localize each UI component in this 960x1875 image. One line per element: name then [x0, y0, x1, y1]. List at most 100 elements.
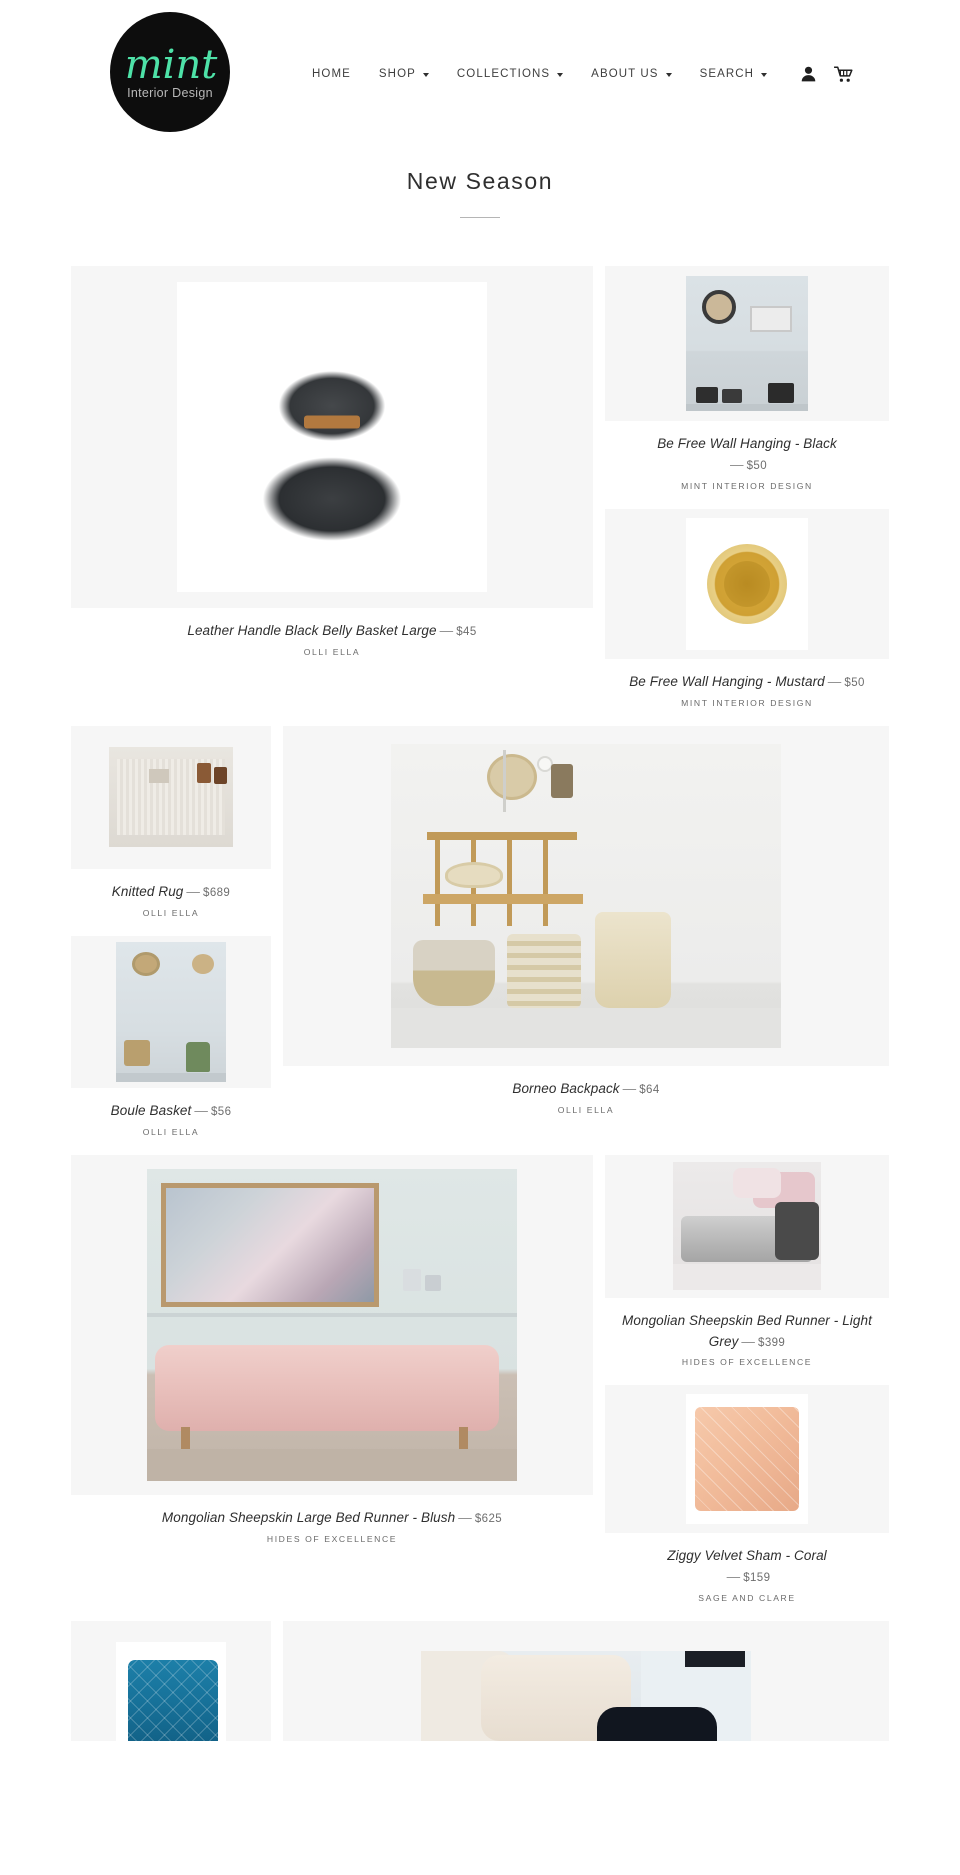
- title-price-separator: —: [194, 1102, 208, 1118]
- title-price-separator: —: [730, 456, 744, 472]
- product-title: Boule Basket: [110, 1102, 192, 1118]
- product-title: Mongolian Sheepskin Large Bed Runner - B…: [161, 1509, 456, 1525]
- product-vendor: HIDES OF EXCELLENCE: [266, 1533, 398, 1544]
- product-image-tile[interactable]: [71, 266, 593, 608]
- product-price: $45: [456, 626, 477, 638]
- product-vendor: OLLI ELLA: [557, 1104, 615, 1115]
- title-price-separator: —: [458, 1509, 472, 1525]
- product-image-tile[interactable]: [283, 1621, 889, 1742]
- product-image-ziggy-velvet-sham-coral: [686, 1394, 808, 1525]
- product-card-be-free-wall-hanging-black[interactable]: Be Free Wall Hanging - Black — $50 MINT I…: [599, 266, 895, 491]
- product-image-tile[interactable]: [71, 1154, 593, 1495]
- product-image-tile[interactable]: [71, 1621, 271, 1742]
- product-info: Knitted Rug — $689 OLLI ELLA: [71, 869, 271, 918]
- product-card-mongolian-sheepskin-large-bed-runner-blush[interactable]: Mongolian Sheepskin Large Bed Runner - B…: [65, 1154, 599, 1604]
- product-image-tile[interactable]: [605, 266, 889, 421]
- product-card-leather-handle-black-belly-basket-large[interactable]: Leather Handle Black Belly Basket Large —…: [65, 266, 599, 708]
- product-card-borneo-backpack[interactable]: Borneo Backpack — $64 OLLI ELLA: [277, 725, 895, 1137]
- chevron-down-icon: [557, 73, 564, 77]
- product-grid-column: Knitted Rug — $689 OLLI ELLA Boule Baske…: [65, 725, 277, 1137]
- product-image-blush-bed-runner: [147, 1168, 517, 1481]
- product-image-tile[interactable]: [71, 935, 271, 1088]
- title-divider: [460, 217, 500, 218]
- product-card-be-free-wall-hanging-mustard[interactable]: Be Free Wall Hanging - Mustard — $50 MINT …: [599, 508, 895, 708]
- nav-item-shop[interactable]: SHOP: [365, 68, 443, 80]
- nav-item-label: ABOUT US: [591, 68, 659, 80]
- product-price: $159: [743, 1572, 771, 1585]
- nav-item-label: SEARCH: [699, 68, 755, 80]
- title-price-separator: —: [439, 623, 454, 638]
- product-info: Be Free Wall Hanging - Black — $50 MINT I…: [605, 421, 889, 491]
- product-image-borneo-backpack: [391, 743, 781, 1048]
- collection-header: New Season: [0, 168, 960, 218]
- cart-icon[interactable]: [834, 65, 853, 83]
- product-vendor: MINT INTERIOR DESIGN: [681, 480, 813, 491]
- nav-item-search[interactable]: SEARCH: [686, 68, 782, 80]
- nav-item-label: HOME: [312, 68, 351, 80]
- nav-item-collections[interactable]: COLLECTIONS: [443, 68, 577, 80]
- product-title-line: Be Free Wall Hanging - Mustard — $50: [613, 672, 881, 693]
- product-title: Ziggy Velvet Sham - Coral: [667, 1548, 827, 1564]
- product-title-line: Leather Handle Black Belly Basket Large —…: [79, 621, 585, 642]
- product-grid-row: Knitted Rug — $689 OLLI ELLA Boule Baske…: [65, 725, 895, 1137]
- logo-brand-text: mint: [124, 41, 218, 88]
- title-price-separator: —: [622, 1080, 637, 1096]
- product-info: Borneo Backpack — $64 OLLI ELLA: [283, 1066, 889, 1115]
- chevron-down-icon: [761, 73, 768, 77]
- product-title-line: Mongolian Sheepskin Large Bed Runner - B…: [79, 1508, 585, 1529]
- product-image-belly-basket: [177, 282, 487, 592]
- product-card-partial-blue-sham[interactable]: [65, 1621, 277, 1742]
- product-card-knitted-rug[interactable]: Knitted Rug — $689 OLLI ELLA: [65, 725, 277, 918]
- product-vendor: HIDES OF EXCELLENCE: [681, 1357, 813, 1368]
- logo-tagline-text: Interior Design: [127, 85, 213, 100]
- product-grid-column: Be Free Wall Hanging - Black — $50 MINT I…: [599, 266, 895, 708]
- product-vendor: OLLI ELLA: [303, 646, 361, 657]
- product-info: Mongolian Sheepskin Bed Runner - Light G…: [605, 1298, 889, 1368]
- site-header: mint Interior Design HOME SHOP COLLECTIO…: [0, 0, 960, 132]
- product-grid: Leather Handle Black Belly Basket Large —…: [65, 266, 895, 1742]
- site-logo[interactable]: mint Interior Design: [110, 12, 230, 132]
- product-image-tile[interactable]: [605, 508, 889, 659]
- product-card-ziggy-velvet-sham-coral[interactable]: Ziggy Velvet Sham - Coral — $159 SAGE AND…: [599, 1385, 895, 1603]
- nav-item-label: SHOP: [378, 68, 416, 80]
- product-title: Leather Handle Black Belly Basket Large: [187, 623, 437, 638]
- product-info: Mongolian Sheepskin Large Bed Runner - B…: [71, 1495, 593, 1544]
- product-image-linen-pillows: [421, 1651, 751, 1742]
- product-title-line: Be Free Wall Hanging - Black — $50: [613, 434, 881, 476]
- product-title: Knitted Rug: [111, 883, 184, 899]
- product-vendor: MINT INTERIOR DESIGN: [681, 697, 813, 708]
- product-price: $56: [210, 1105, 232, 1118]
- product-info: Ziggy Velvet Sham - Coral — $159 SAGE AND…: [605, 1533, 889, 1603]
- product-image-tile[interactable]: [605, 1385, 889, 1534]
- product-title: Be Free Wall Hanging - Mustard: [629, 673, 825, 689]
- product-price: $625: [474, 1512, 503, 1525]
- product-vendor: SAGE AND CLARE: [698, 1593, 796, 1604]
- chevron-down-icon: [665, 73, 672, 77]
- product-image-knitted-rug: [109, 747, 233, 848]
- product-image-blue-velvet-sham: [116, 1642, 226, 1742]
- product-image-tile[interactable]: [283, 725, 889, 1066]
- account-icon[interactable]: [801, 66, 816, 82]
- product-price: $50: [844, 676, 865, 689]
- product-card-boule-basket[interactable]: Boule Basket — $56 OLLI ELLA: [65, 935, 277, 1137]
- nav-item-home[interactable]: HOME: [298, 68, 365, 80]
- product-card-mongolian-sheepskin-bed-runner-light-grey[interactable]: Mongolian Sheepskin Bed Runner - Light G…: [599, 1154, 895, 1368]
- product-card-partial-linen-pillows[interactable]: [277, 1621, 895, 1742]
- product-info: Be Free Wall Hanging - Mustard — $50 MINT …: [605, 659, 889, 708]
- nav-item-about-us[interactable]: ABOUT US: [577, 68, 685, 80]
- product-image-tile[interactable]: [605, 1154, 889, 1298]
- title-price-separator: —: [186, 883, 201, 899]
- title-price-separator: —: [726, 1569, 741, 1585]
- product-image-tile[interactable]: [71, 725, 271, 869]
- product-image-boule-basket: [116, 941, 226, 1082]
- product-title: Be Free Wall Hanging - Black: [657, 436, 837, 451]
- product-image-wall-hanging-mustard: [686, 517, 808, 650]
- page-title: New Season: [406, 168, 554, 194]
- product-grid-column: Mongolian Sheepskin Bed Runner - Light G…: [599, 1154, 895, 1603]
- product-title-line: Ziggy Velvet Sham - Coral — $159: [613, 1546, 881, 1588]
- product-grid-row: Leather Handle Black Belly Basket Large —…: [65, 266, 895, 708]
- product-title-line: Knitted Rug — $689: [79, 882, 263, 903]
- product-info: Boule Basket — $56 OLLI ELLA: [71, 1088, 271, 1137]
- product-title: Borneo Backpack: [512, 1080, 620, 1096]
- product-title-line: Mongolian Sheepskin Bed Runner - Light G…: [613, 1311, 881, 1353]
